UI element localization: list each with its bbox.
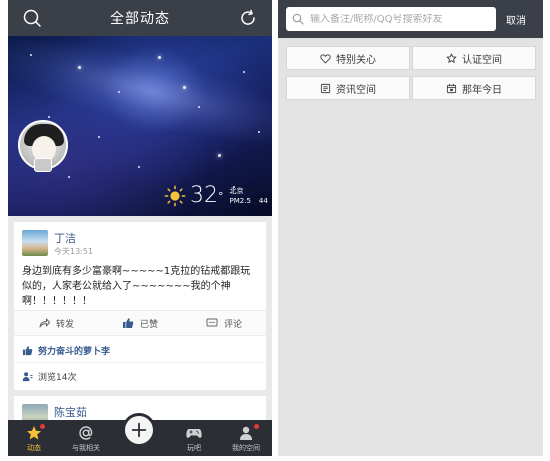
news-icon <box>320 83 331 93</box>
compose-button[interactable] <box>122 413 156 447</box>
notification-dot <box>254 424 259 429</box>
tab-label: 动态 <box>27 444 41 452</box>
notification-dot <box>40 424 45 429</box>
forward-button[interactable]: 转发 <box>14 311 98 335</box>
profile-icon <box>240 426 252 440</box>
post-card: 丁洁 今天13:51 身边到底有多少富豪啊~~~~~1克拉的钻戒都跟玩似的，人家… <box>14 222 266 390</box>
category-label: 认证空间 <box>462 54 502 66</box>
cancel-button[interactable]: 取消 <box>506 12 526 27</box>
author-name[interactable]: 陈宝茹 <box>54 404 87 420</box>
search-icon <box>292 13 304 25</box>
author-avatar[interactable] <box>22 230 48 256</box>
category-verified-space[interactable]: 认证空间 <box>412 46 536 70</box>
category-news-space[interactable]: 资讯空间 <box>286 76 410 100</box>
degree-symbol: ° <box>218 189 224 203</box>
weather-info: 北京 PM2.5 <box>230 186 251 206</box>
search-header: 取消 <box>278 0 543 38</box>
tab-related-to-me[interactable]: 与我相关 <box>60 420 112 456</box>
thumbs-up-icon <box>22 346 33 356</box>
tab-label: 玩吧 <box>187 444 201 452</box>
post-text: 身边到底有多少富豪啊~~~~~1克拉的钻戒都跟玩似的，人家老公就给入了~~~~~… <box>22 266 251 307</box>
view-count: 浏览14次 <box>38 373 77 383</box>
post-time: 今天13:51 <box>54 247 94 256</box>
heart-icon <box>320 53 331 63</box>
weather-city: 北京 <box>229 187 244 195</box>
sun-icon <box>164 185 186 207</box>
page-title: 全部动态 <box>110 11 170 27</box>
comment-label: 评论 <box>223 319 242 330</box>
temperature-value: 32 <box>190 183 218 208</box>
post-actions: 转发 已赞 评论 <box>14 310 266 336</box>
at-icon <box>79 426 93 440</box>
like-button[interactable]: 已赞 <box>98 311 182 335</box>
category-special-care[interactable]: 特别关心 <box>286 46 410 70</box>
calendar-icon <box>446 83 457 93</box>
pm-label: PM2.5 <box>229 197 251 205</box>
tab-feed[interactable]: 动态 <box>8 420 60 456</box>
tab-my-space[interactable]: 我的空间 <box>220 420 272 456</box>
category-on-this-day[interactable]: 那年今日 <box>412 76 536 100</box>
comment-icon <box>206 318 218 327</box>
feed-header: 全部动态 <box>8 0 272 36</box>
refresh-icon[interactable] <box>238 8 258 28</box>
category-label: 资讯空间 <box>336 84 376 96</box>
gamepad-icon <box>186 429 202 438</box>
star-badge-icon <box>446 52 457 63</box>
like-label: 已赞 <box>139 319 158 330</box>
plus-icon <box>131 422 147 438</box>
weather-widget[interactable]: 32 ° 北京 PM2.5 44 <box>164 181 268 211</box>
tab-label: 与我相关 <box>72 444 100 452</box>
visitors-icon <box>22 372 33 382</box>
forward-icon <box>39 318 50 328</box>
liked-by-name[interactable]: 努力奋斗的萝卜李 <box>38 344 110 357</box>
liked-by-row[interactable]: 努力奋斗的萝卜李 <box>22 344 110 357</box>
category-label: 特别关心 <box>336 54 376 66</box>
search-input[interactable] <box>310 13 490 25</box>
category-label: 那年今日 <box>462 84 502 96</box>
tab-label: 我的空间 <box>232 444 260 452</box>
search-icon[interactable] <box>22 8 42 28</box>
view-count-row[interactable]: 浏览14次 <box>22 370 76 383</box>
search-box[interactable] <box>286 7 496 31</box>
avatar-badge <box>34 158 52 172</box>
thumbs-up-icon <box>122 318 134 328</box>
divider <box>14 362 266 363</box>
pm-value: 44 <box>258 196 268 205</box>
tab-play[interactable]: 玩吧 <box>168 420 220 456</box>
comment-button[interactable]: 评论 <box>182 311 266 335</box>
forward-label: 转发 <box>55 319 74 330</box>
author-name[interactable]: 丁洁 <box>54 230 76 246</box>
feed-screen: 全部动态 32 ° 北京 PM2.5 44 丁洁 今天13:51 身边到底有多少… <box>8 0 272 456</box>
screenshot-stage: 全部动态 32 ° 北京 PM2.5 44 丁洁 今天13:51 身边到底有多少… <box>0 0 550 461</box>
search-screen: 取消 特别关心 认证空间 资讯空间 <box>278 0 543 456</box>
